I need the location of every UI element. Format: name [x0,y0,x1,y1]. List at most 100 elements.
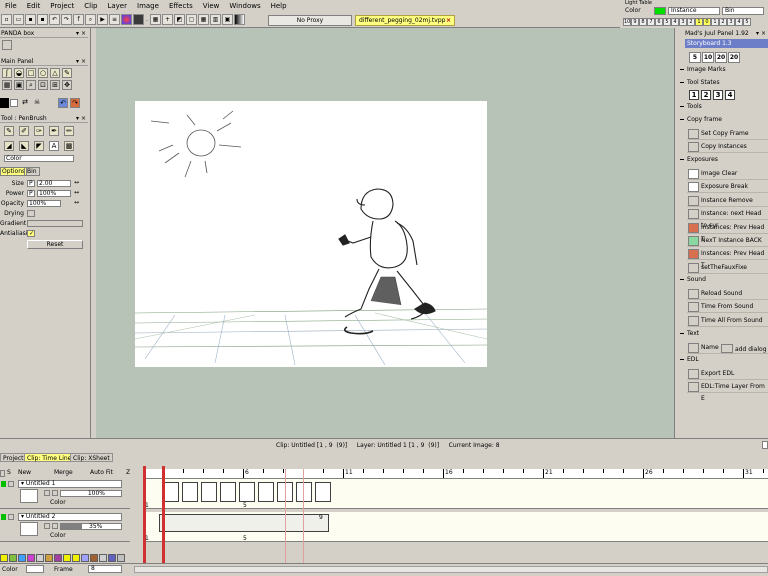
new-layer-button[interactable]: New [18,469,31,476]
color-mode-select[interactable]: Color [4,155,74,162]
solo-toggle[interactable]: S [7,469,11,476]
open-file-tab[interactable]: different_pegging_02mj.tvpp × [355,15,455,26]
status-field[interactable] [762,441,768,449]
panel-action-button[interactable]: Copy Instances [687,141,768,154]
storyboard-num[interactable]: 20 [728,52,740,63]
undo-tool-icon[interactable]: ↶ [58,98,68,108]
layer-color-tag[interactable] [1,481,6,487]
panel-action-button[interactable]: Instance Remove [687,195,768,207]
lt-instance-select[interactable]: Instance [668,7,720,15]
text-heading[interactable]: Text [679,330,699,337]
color-tag-swatch[interactable] [117,554,125,562]
menu-file[interactable]: File [0,0,22,12]
zoom-icon[interactable]: ⌕ [85,14,96,25]
color-tag-swatch[interactable] [0,554,8,562]
crosshair-icon[interactable]: + [162,14,173,25]
eraser-preset-icon[interactable]: ✏ [64,126,74,136]
tool-state-num[interactable]: 1 [689,90,699,100]
lt-num[interactable]: 5 [663,18,671,26]
grid-icon[interactable]: ▦ [150,14,161,25]
panel-action-button[interactable]: Set Copy Frame [687,128,768,140]
play-icon[interactable]: ▶ [97,14,108,25]
color-tag-swatch[interactable] [36,554,44,562]
value-drag-icon[interactable]: ↔ [74,179,79,186]
shape-icon[interactable]: ◩ [174,14,185,25]
lt-num[interactable]: 4 [735,18,743,26]
onion-skin-marker[interactable] [303,469,304,563]
frame-thumbnail[interactable] [201,482,217,502]
menu-layer[interactable]: Layer [102,0,132,12]
in-point-marker[interactable] [143,466,146,563]
panel-action-button[interactable]: Instance: next Head to cur [687,208,768,229]
panda-button-icon[interactable] [2,40,12,50]
brush-preset-icon[interactable]: ✎ [4,126,14,136]
pen-tool-icon[interactable]: ✎ [62,68,72,78]
color-tag-swatch[interactable] [72,554,80,562]
text-tool-icon[interactable]: A [49,141,59,151]
lt-num[interactable]: 1 [711,18,719,26]
storyboard-header[interactable]: Storyboard 1.3 [685,39,768,48]
pressure-flag[interactable]: P [27,180,35,187]
color-tag-swatch[interactable] [99,554,107,562]
pencil-preset-icon[interactable]: ✐ [19,126,29,136]
layers-icon[interactable]: ≡ [109,14,120,25]
tool-state-num[interactable]: 3 [713,90,723,100]
color-tag-swatch[interactable] [27,554,35,562]
layer-track-2[interactable]: 1 5 9 [143,512,768,542]
frame-thumbnail[interactable] [315,482,331,502]
menu-help[interactable]: Help [266,0,292,12]
lt-color-swatch[interactable] [654,7,666,15]
panel-action-button[interactable]: Time From Sound [687,301,768,314]
lt-num[interactable]: 0 [703,18,711,26]
airbrush-preset-icon[interactable]: ✑ [34,126,44,136]
footer-color-swatch[interactable] [26,565,44,573]
freehand-tool-icon[interactable]: ʃ [2,68,12,78]
panel-action-button[interactable]: Exposure Break [687,181,768,194]
lt-num[interactable]: 2 [687,18,695,26]
panel-action-button[interactable]: Export EDL [687,368,768,380]
frame-thumbnail[interactable] [163,482,179,502]
color-tag-swatch[interactable] [9,554,17,562]
value-drag-icon[interactable]: ↔ [74,189,79,196]
fill-tool-icon[interactable]: ◒ [14,68,24,78]
undo-icon[interactable]: ↶ [49,14,60,25]
ellipse-tool-icon[interactable]: ○ [38,68,48,78]
menu-project[interactable]: Project [45,0,79,12]
color-tag-swatch[interactable] [45,554,53,562]
frame-thumbnail[interactable] [258,482,274,502]
lt-num[interactable]: 6 [655,18,663,26]
proxy-selector[interactable]: No Proxy [268,15,352,26]
knife-preset-icon[interactable]: ◢ [4,141,14,151]
monitor-icon[interactable]: ▣ [222,14,233,25]
timeline-horizontal-scrollbar[interactable] [134,566,768,573]
frame-number-field[interactable]: 8 [88,565,122,573]
panel-action-button[interactable]: Instances: Prev Head T [687,222,768,243]
lt-num[interactable]: 10 [623,18,631,26]
lt-num[interactable]: 7 [647,18,655,26]
panel-action-button[interactable]: NexT Instance BACK [687,235,768,247]
rect-tool-icon[interactable]: □ [26,68,36,78]
layer-opacity-slider[interactable]: 100% [60,490,122,497]
frame-icon[interactable]: ▢ [186,14,197,25]
add-dialog-icon[interactable] [721,344,733,353]
tool-state-num[interactable]: 2 [701,90,711,100]
panel-action-button[interactable]: Instances: Prev Head T [687,248,768,269]
tool-state-num[interactable]: 4 [725,90,735,100]
lt-num[interactable]: 9 [631,18,639,26]
tab-clip-xsheet[interactable]: Clip: XSheet [70,453,113,462]
panel-action-button[interactable]: setTheFauxFixe [687,262,768,274]
menu-edit[interactable]: Edit [22,0,46,12]
save-icon[interactable]: ▪ [25,14,36,25]
onion-skin-marker[interactable] [285,469,286,563]
background-color-swatch[interactable] [10,99,18,107]
lt-num[interactable]: 3 [727,18,735,26]
layer-lightbox-toggle[interactable] [44,523,50,529]
frame-thumbnail[interactable] [182,482,198,502]
visibility-toggle[interactable] [0,470,5,477]
transform-tool-icon[interactable]: ▣ [14,80,24,90]
stamp-preset-icon[interactable]: ▩ [64,141,74,151]
panel-action-button[interactable]: EDL:Time Layer From E [687,381,768,402]
color-swatch-icon[interactable] [133,14,144,25]
layer-track-1[interactable]: 1 5 [143,479,768,509]
lt-bin-select[interactable]: Bin [722,7,764,15]
